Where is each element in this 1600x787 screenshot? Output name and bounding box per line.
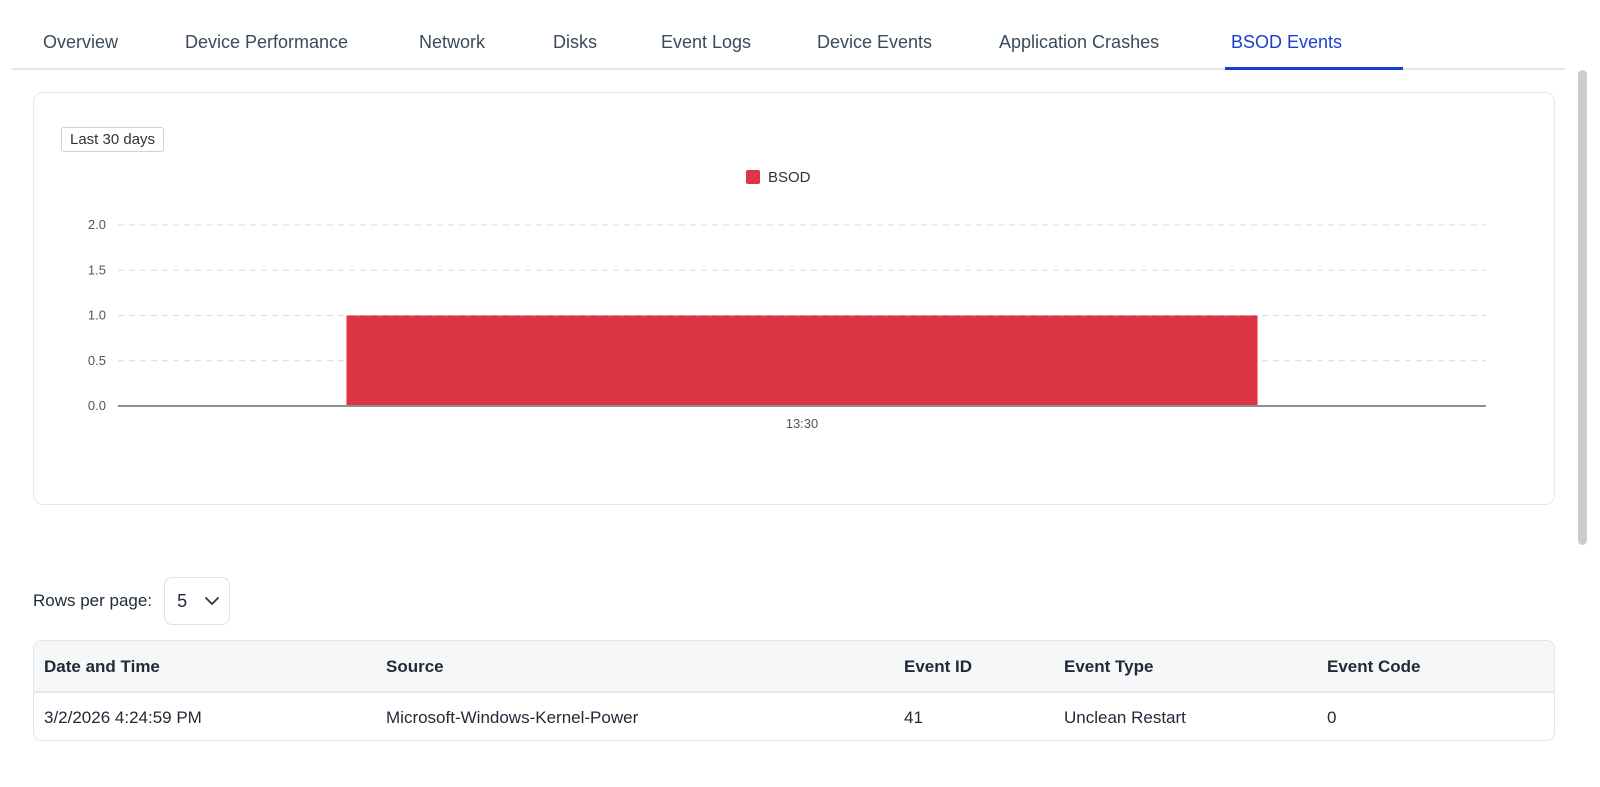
y-tick-label: 1.0 [88, 308, 106, 323]
tab-overview[interactable]: Overview [43, 0, 118, 70]
cell-date-time: 3/2/2026 4:24:59 PM [44, 708, 202, 727]
rows-per-page-label: Rows per page: [33, 591, 153, 610]
chart-card: Last 30 days 0.0 0.5 1.0 1.5 2.0 13:30 BSOD [33, 92, 1555, 505]
cell-event-code: 0 [1327, 708, 1337, 727]
column-header-event-id[interactable]: Event ID [904, 641, 972, 693]
bar [346, 315, 1258, 406]
bsod-events-table: Date and Time Source Event ID Event Type… [33, 640, 1555, 741]
bsod-events-page: Overview Device Performance Network Disk… [0, 0, 1600, 787]
y-tick-label: 1.5 [88, 262, 106, 277]
tab-bsod-events[interactable]: BSOD Events [1231, 0, 1342, 70]
tab-device-events[interactable]: Device Events [817, 0, 932, 70]
cell-event-type: Unclean Restart [1064, 708, 1186, 727]
rows-per-page-select[interactable]: 5 [164, 577, 231, 625]
x-tick-label: 13:30 [786, 416, 819, 431]
tab-device-performance[interactable]: Device Performance [185, 0, 348, 70]
table-row[interactable]: 3/2/2026 4:24:59 PM Microsoft-Windows-Ke… [34, 693, 1554, 740]
scrollbar-thumb[interactable] [1578, 70, 1587, 545]
column-header-date-time[interactable]: Date and Time [44, 641, 160, 693]
tab-event-logs[interactable]: Event Logs [661, 0, 751, 70]
tab-network[interactable]: Network [419, 0, 485, 70]
column-header-event-code[interactable]: Event Code [1327, 641, 1421, 693]
tab-application-crashes[interactable]: Application Crashes [999, 0, 1159, 70]
column-header-event-type[interactable]: Event Type [1064, 641, 1153, 693]
active-tab-indicator [1225, 67, 1403, 70]
chevron-down-icon [205, 597, 219, 605]
rows-per-page-value: 5 [177, 590, 188, 611]
legend-swatch [746, 170, 760, 184]
bsod-chart: 0.0 0.5 1.0 1.5 2.0 13:30 BSOD [88, 169, 1486, 431]
rows-per-page-control: Rows per page: 5 [33, 577, 231, 625]
cell-source: Microsoft-Windows-Kernel-Power [386, 708, 639, 727]
table-header: Date and Time Source Event ID Event Type… [34, 641, 1554, 693]
column-header-source[interactable]: Source [386, 641, 444, 693]
y-tick-label: 2.0 [88, 217, 106, 232]
tab-bar: Overview Device Performance Network Disk… [12, 0, 1565, 70]
tab-disks[interactable]: Disks [553, 0, 597, 70]
cell-event-id: 41 [904, 708, 923, 727]
y-tick-label: 0.0 [88, 398, 106, 413]
y-tick-label: 0.5 [88, 353, 106, 368]
legend-label: BSOD [768, 169, 811, 186]
